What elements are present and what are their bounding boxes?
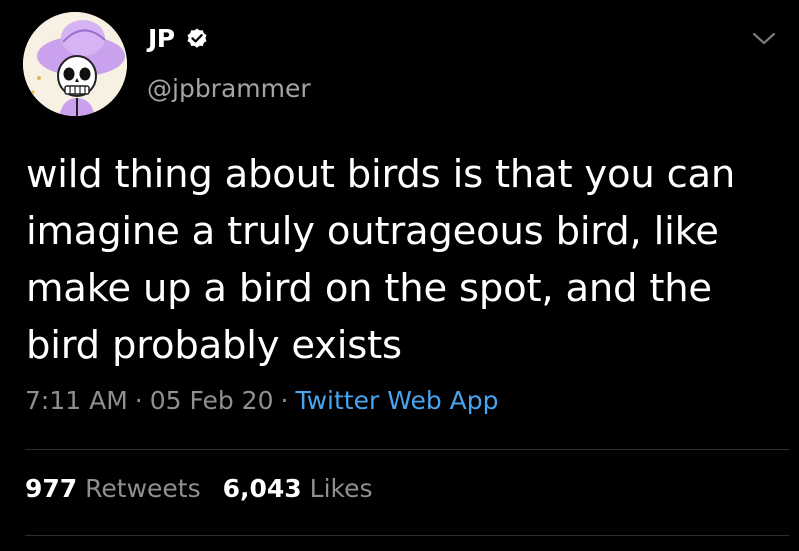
chevron-down-icon[interactable]: [752, 31, 776, 47]
author-handle[interactable]: @jpbrammer: [147, 74, 311, 103]
tweet-date[interactable]: 05 Feb 20: [150, 386, 274, 415]
skull-avatar-icon: [23, 12, 127, 116]
retweets-count: 977: [25, 474, 78, 503]
likes-label: Likes: [309, 474, 373, 503]
tweet-meta: 7:11 AM · 05 Feb 20 · Twitter Web App: [25, 386, 498, 415]
author-avatar[interactable]: [23, 12, 127, 116]
tweet-source-link[interactable]: Twitter Web App: [295, 386, 498, 415]
tweet-stats: 977 Retweets 6,043 Likes: [25, 474, 373, 503]
divider: [25, 449, 789, 450]
divider: [25, 535, 789, 536]
likes-stat[interactable]: 6,043 Likes: [223, 474, 373, 503]
meta-separator: ·: [134, 386, 143, 415]
likes-count: 6,043: [222, 474, 302, 503]
tweet-time[interactable]: 7:11 AM: [25, 386, 128, 415]
author-display-name[interactable]: JP: [148, 24, 175, 53]
author-name-row[interactable]: JP: [148, 24, 209, 53]
tweet-text: wild thing about birds is that you can i…: [26, 152, 736, 368]
retweets-label: Retweets: [85, 474, 201, 503]
meta-separator: ·: [280, 386, 289, 415]
verified-badge-icon: [187, 28, 207, 48]
retweets-stat[interactable]: 977 Retweets: [25, 474, 201, 503]
